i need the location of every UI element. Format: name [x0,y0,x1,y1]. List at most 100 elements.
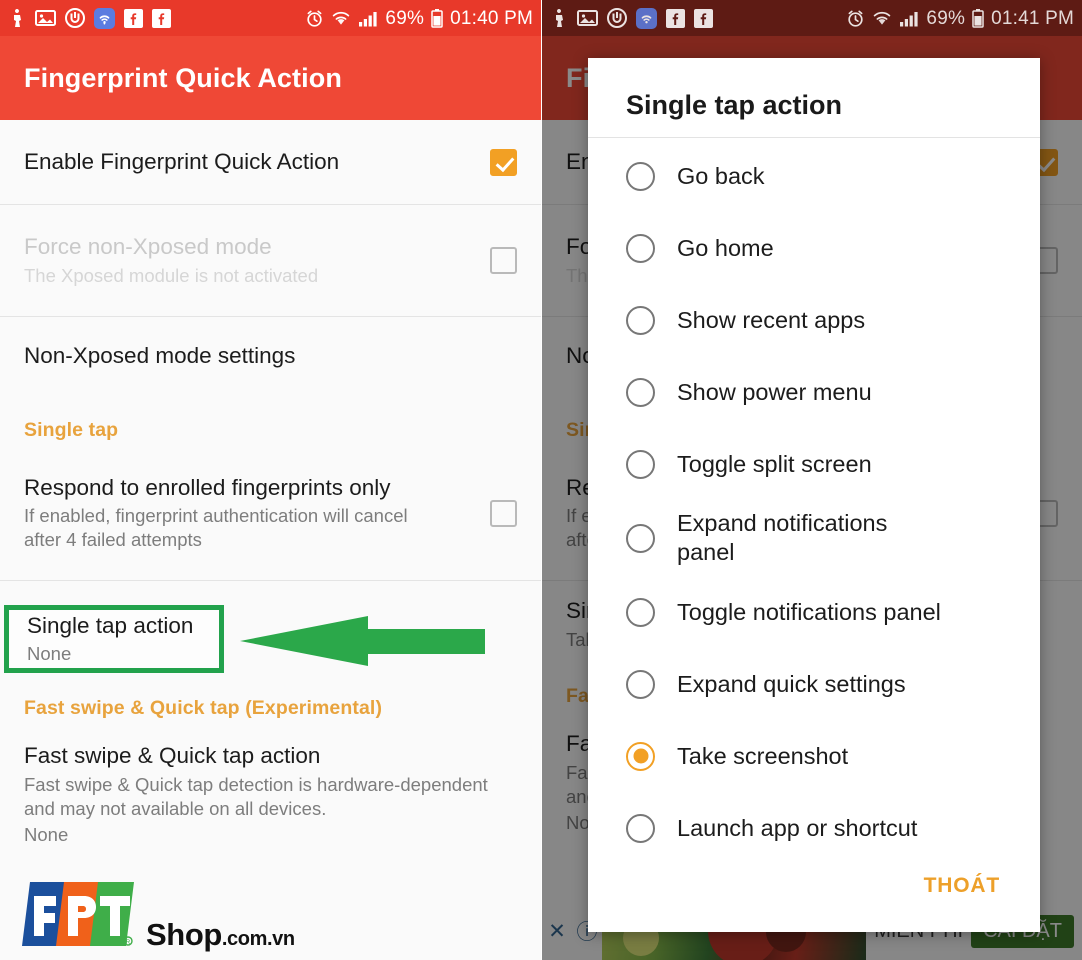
row-texts: Non-Xposed mode settings [24,342,517,371]
dialog-option-show-power-menu[interactable]: Show power menu [588,356,1040,428]
left-phone-screen: 69% 01:40 PM Fingerprint Quick Action En… [0,0,541,960]
status-bar-left-icons [552,7,713,29]
radio-icon[interactable] [626,449,655,479]
clock-label: 01:41 PM [991,7,1074,29]
dialog-actions: THOÁT [588,874,1040,932]
row-subtitle: The Xposed module is not activated [24,264,319,286]
dialog-option-launch-app-or-shortcut[interactable]: Launch app or shortcut [588,792,1040,864]
row-title: Non-Xposed mode settings [24,342,296,368]
app-title: Fingerprint Quick Action [24,62,342,93]
setting-row-non-xposed-settings[interactable]: Non-Xposed mode settings [0,317,541,395]
row-title: Respond to enrolled fingerprints only [24,474,391,500]
radio-icon[interactable] [626,305,655,335]
dialog-option-expand-notifications-panel[interactable]: Expand notifications panel [588,500,1040,576]
facebook-icon [152,8,171,28]
usb-debug-icon [14,9,21,27]
dialog-option-toggle-notifications-panel[interactable]: Toggle notifications panel [588,576,1040,648]
wifi-icon [874,11,891,25]
option-label: Show power menu [677,378,872,405]
row-texts: Force non-Xposed mode The Xposed module … [24,233,490,288]
dialog-option-go-back[interactable]: Go back [588,140,1040,212]
alarm-clock-icon [307,10,323,27]
wifi-shield-icon [94,7,115,29]
fpt-shop-logo: R Shop.com.vn [14,878,295,950]
row-subtitle: Fast swipe & Quick tap detection is hard… [24,773,488,819]
clock-label: 01:40 PM [450,7,533,29]
row-title: Force non-Xposed mode [24,234,272,260]
radio-icon[interactable] [626,233,655,263]
wifi-shield-icon [636,7,657,29]
option-label: Launch app or shortcut [677,814,918,841]
option-label: Toggle split screen [677,450,872,477]
dialog-option-show-recent-apps[interactable]: Show recent apps [588,284,1040,356]
row-value: None [24,823,69,845]
highlight-row-title: Single tap action [27,612,194,638]
radio-icon[interactable] [626,813,655,843]
battery-percent-label: 69% [385,7,425,29]
section-header-fast-swipe: Fast swipe & Quick tap (Experimental) [24,697,383,719]
section-header-single-tap: Single tap [24,419,119,441]
right-phone-screen: Fingerprint Quick Action Enable Fingerpr… [541,0,1082,960]
row-texts: Respond to enrolled fingerprints only If… [24,474,490,553]
setting-row-force-non-xposed: Force non-Xposed mode The Xposed module … [0,205,541,316]
single-tap-action-dialog: Single tap action Go back Go home Show r… [588,58,1040,932]
alarm-clock-icon [848,10,864,27]
row-texts: Enable Fingerprint Quick Action [24,148,490,177]
dual-screenshot-comparison: 69% 01:40 PM Fingerprint Quick Action En… [0,0,1082,960]
screenshot-image-icon [577,10,598,26]
battery-icon [431,8,443,28]
radio-icon[interactable] [626,669,655,699]
option-label: Go back [677,162,765,189]
radio-icon-selected[interactable] [626,741,655,771]
signal-bars-icon [359,11,378,26]
logo-word: Shop [146,917,222,952]
radio-icon[interactable] [626,377,655,407]
annotation-arrow-icon [240,616,485,666]
facebook-icon [666,8,685,28]
app-bar-left: Fingerprint Quick Action [0,36,541,120]
dialog-option-go-home[interactable]: Go home [588,212,1040,284]
checkbox-force-non-xposed [490,247,517,274]
setting-row-fast-swipe-action[interactable]: Fast swipe & Quick tap action Fast swipe… [0,742,541,847]
dialog-option-toggle-split-screen[interactable]: Toggle split screen [588,428,1040,500]
radio-icon[interactable] [626,597,655,627]
dialog-option-take-screenshot[interactable]: Take screenshot [588,720,1040,792]
logo-tld: .com.vn [221,928,295,950]
option-label: Expand quick settings [677,670,906,697]
facebook-icon [124,8,143,28]
dialog-option-expand-quick-settings[interactable]: Expand quick settings [588,648,1040,720]
status-bar-right-icons: 69% 01:41 PM [846,7,1074,29]
radio-icon[interactable] [626,161,655,191]
screenshot-image-icon [35,10,56,26]
row-subtitle: If enabled, fingerprint authentication w… [24,505,408,551]
usb-debug-icon [556,9,563,27]
option-label: Toggle notifications panel [677,598,941,625]
settings-list-left: Enable Fingerprint Quick Action Force no… [0,120,541,847]
battery-icon [972,8,984,28]
checkbox-respond-enrolled[interactable] [490,499,517,527]
setting-row-enable-fingerprint[interactable]: Enable Fingerprint Quick Action [0,120,541,204]
highlight-row-value: None [27,643,72,665]
status-bar-left-icons [10,7,171,29]
signal-bars-icon [900,11,919,26]
u-circle-icon [65,8,85,28]
setting-row-respond-enrolled[interactable]: Respond to enrolled fingerprints only If… [0,460,541,566]
option-label: Show recent apps [677,306,866,333]
option-label: Take screenshot [677,742,849,769]
annotation-highlight-box[interactable]: Single tap action None [4,605,224,673]
svg-text:R: R [126,940,131,946]
row-title: Fast swipe & Quick tap action [24,743,321,768]
status-bar-left: 69% 01:40 PM [0,0,541,36]
dialog-title: Single tap action [626,90,843,120]
radio-icon[interactable] [626,523,655,553]
dialog-options-list[interactable]: Go back Go home Show recent apps Show po… [588,138,1040,874]
facebook-icon [694,8,713,28]
status-bar-right: 69% 01:41 PM [542,0,1082,36]
battery-percent-label: 69% [926,7,966,29]
checkbox-enable-fingerprint[interactable] [490,148,517,176]
row-title: Enable Fingerprint Quick Action [24,148,340,174]
dialog-dismiss-button[interactable]: THOÁT [924,874,1000,898]
option-label: Go home [677,234,774,261]
fpt-logo-icon: R [22,882,134,946]
fpt-shop-logo-text: Shop.com.vn [146,919,295,950]
